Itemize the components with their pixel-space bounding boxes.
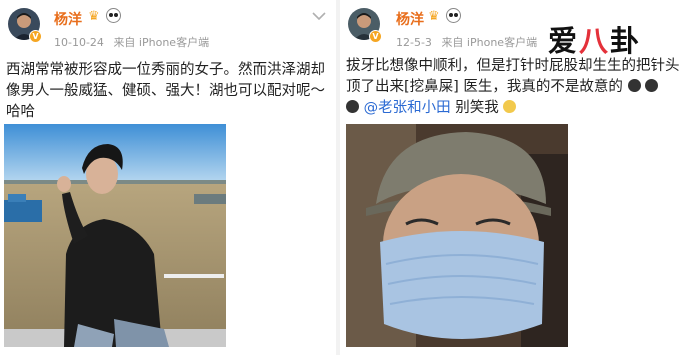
shocked-face-icon	[346, 100, 359, 113]
verified-badge-icon: V	[29, 30, 42, 43]
photo-man-with-mask	[346, 124, 568, 347]
post-text: 西湖常常被形容成一位秀丽的女子。然而洪泽湖却像男人一般威猛、健硕、强大！湖也可以…	[6, 62, 325, 120]
laughing-face-icon	[503, 100, 517, 113]
username[interactable]: 杨洋	[396, 9, 424, 29]
post-photo[interactable]	[4, 124, 226, 347]
post-meta: 12-5-3 来自 iPhone客户端	[396, 34, 537, 50]
photo-man-on-boat	[4, 124, 226, 347]
post-divider	[336, 0, 340, 355]
chevron-down-icon[interactable]	[312, 12, 326, 20]
crown-icon: ♛	[88, 9, 100, 24]
crown-icon: ♛	[428, 9, 440, 24]
post-meta: 10-10-24 来自 iPhone客户端	[54, 34, 209, 50]
post-source: 来自 iPhone客户端	[441, 36, 538, 49]
post-photo[interactable]	[346, 124, 568, 347]
post-text: 拔牙比想像中顺利，但是打针时屁股却生生的把针头顶了出来[挖鼻屎] 医生，我真的不…	[346, 56, 686, 119]
site-watermark-logo: 爱八卦	[548, 24, 642, 58]
timestamp[interactable]: 10-10-24	[54, 36, 104, 49]
mention-link[interactable]: @老张和小田	[364, 100, 451, 116]
panda-icon	[106, 8, 121, 23]
panda-icon	[446, 8, 461, 23]
shocked-face-icon	[627, 79, 641, 92]
shocked-face-icon	[645, 79, 659, 92]
verified-badge-icon: V	[369, 30, 382, 43]
post-tail: 别笑我	[455, 100, 499, 116]
post-source: 来自 iPhone客户端	[113, 36, 210, 49]
weibo-post-left: V 杨洋 ♛ 10-10-24 来自 iPhone客户端 西湖常常被形容成一位秀…	[0, 0, 334, 355]
username[interactable]: 杨洋	[54, 9, 82, 29]
timestamp[interactable]: 12-5-3	[396, 36, 432, 49]
